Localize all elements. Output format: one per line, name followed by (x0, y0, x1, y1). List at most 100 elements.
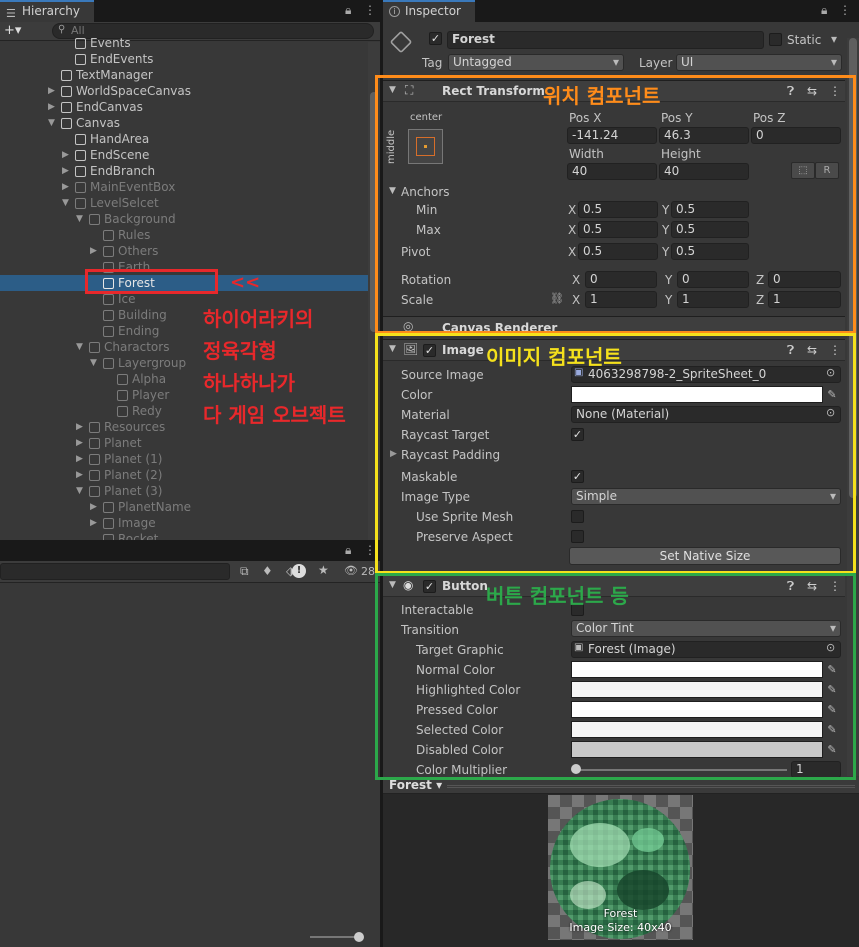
collapse-arrow-icon[interactable]: ▶ (90, 243, 100, 259)
favorite-icon[interactable]: ★ (318, 563, 329, 577)
filter-icon[interactable]: ♦ (262, 564, 273, 578)
gameobject-icon (89, 470, 100, 481)
gameobject-icon (117, 406, 128, 417)
hierarchy-row[interactable]: ▶ Planet (1) (0, 451, 368, 467)
scene-icon[interactable]: ⧉ (240, 564, 249, 579)
gameobject-icon (103, 246, 114, 257)
hierarchy-row[interactable]: ▶ EndScene (0, 147, 368, 163)
expand-arrow-icon[interactable]: ▼ (90, 355, 100, 371)
hierarchy-note-line: 하나하나가 (203, 371, 295, 395)
hierarchy-row-label: EndBranch (90, 164, 156, 178)
collapse-arrow-icon[interactable]: ▶ (90, 515, 100, 531)
hierarchy-row[interactable]: ▶ Others (0, 243, 368, 259)
hierarchy-row[interactable]: ▼ Background (0, 211, 368, 227)
collapse-arrow-icon[interactable]: ▶ (76, 435, 86, 451)
info-icon: i (389, 6, 400, 17)
tab-inspector[interactable]: i Inspector (383, 0, 475, 22)
layer-label: Layer (639, 56, 673, 70)
object-name-field[interactable]: Forest (447, 31, 764, 49)
inspector-tab-label: Inspector (405, 4, 461, 18)
gameobject-icon (89, 486, 100, 497)
hierarchy-row-label: Rocket (118, 532, 159, 540)
collapse-arrow-icon[interactable]: ▶ (76, 451, 86, 467)
hierarchy-row[interactable]: ▶ Planet (0, 435, 368, 451)
hierarchy-row[interactable]: TextManager (0, 67, 368, 83)
collapse-arrow-icon[interactable]: ▶ (90, 499, 100, 515)
hierarchy-row-label: Planet (1) (104, 452, 163, 466)
gameobject-icon (61, 86, 72, 97)
layer-dropdown[interactable]: UI (676, 54, 842, 71)
hierarchy-row[interactable]: Events (0, 35, 368, 51)
hierarchy-note-line: 다 게임 오브젝트 (203, 403, 346, 427)
lock-icon[interactable]: 🔒︎ (345, 543, 351, 558)
tag-label: Tag (422, 56, 443, 70)
gameobject-icon (75, 54, 86, 65)
hierarchy-row[interactable]: ▶ Planet (2) (0, 467, 368, 483)
lock-icon[interactable]: 🔒︎ (821, 3, 827, 18)
hierarchy-row-label: LevelSelcet (90, 196, 159, 210)
collapse-arrow-icon[interactable]: ▶ (48, 83, 58, 99)
more-icon[interactable]: ⋮ (364, 3, 376, 17)
gameobject-icon (103, 294, 114, 305)
hierarchy-row-label: MainEventBox (90, 180, 176, 194)
active-checkbox[interactable]: ✓ (429, 32, 442, 45)
lock-icon[interactable]: 🔒︎ (345, 3, 351, 18)
bottom-panel: 🔒︎ ⋮ ⧉ ♦ ⬗ ! ★ 👁︎ 28 (0, 540, 380, 947)
gameobject-icon (89, 438, 100, 449)
hidden-icon[interactable]: 👁︎ (344, 564, 358, 577)
preview-title[interactable]: Forest ▾ (389, 778, 442, 792)
zoom-slider[interactable] (310, 936, 360, 938)
static-dropdown-icon[interactable]: ▾ (831, 32, 837, 46)
hierarchy-row-label: Building (118, 308, 167, 322)
collapse-arrow-icon[interactable]: ▶ (76, 467, 86, 483)
expand-arrow-icon[interactable]: ▼ (76, 339, 86, 355)
hierarchy-row[interactable]: ▶ MainEventBox (0, 179, 368, 195)
hierarchy-row[interactable]: ▼ Canvas (0, 115, 368, 131)
hierarchy-row[interactable]: ▶ Image (0, 515, 368, 531)
gameobject-icon (61, 102, 72, 113)
hierarchy-note-line: 하이어라키의 (203, 307, 314, 331)
static-label: Static (787, 33, 822, 47)
hierarchy-row[interactable]: HandArea (0, 131, 368, 147)
hierarchy-row[interactable]: ▶ WorldSpaceCanvas (0, 83, 368, 99)
hierarchy-row[interactable]: ▶ EndCanvas (0, 99, 368, 115)
zoom-slider-thumb[interactable] (354, 932, 364, 942)
collapse-arrow-icon[interactable]: ▶ (62, 163, 72, 179)
hierarchy-row-label: Redy (132, 404, 162, 418)
hierarchy-row-label: Canvas (76, 116, 121, 130)
expand-arrow-icon[interactable]: ▼ (76, 483, 86, 499)
static-checkbox[interactable] (769, 33, 782, 46)
gameobject-icon (75, 134, 86, 145)
collapse-arrow-icon[interactable]: ▶ (62, 147, 72, 163)
hierarchy-row-label: Others (118, 244, 159, 258)
bottom-search-input[interactable] (0, 563, 230, 580)
expand-arrow-icon[interactable]: ▼ (62, 195, 72, 211)
collapse-arrow-icon[interactable]: ▶ (76, 419, 86, 435)
preview-drag-handle[interactable] (447, 785, 855, 788)
hierarchy-row-label: Layergroup (118, 356, 187, 370)
hierarchy-row[interactable]: Rocket (0, 531, 368, 540)
hierarchy-row[interactable]: ▶ PlanetName (0, 499, 368, 515)
gameobject-icon (89, 454, 100, 465)
hierarchy-row[interactable]: ▼ LevelSelcet (0, 195, 368, 211)
hierarchy-row-label: EndEvents (90, 52, 154, 66)
expand-arrow-icon[interactable]: ▼ (76, 211, 86, 227)
hierarchy-row-label: Events (90, 36, 131, 50)
hierarchy-row[interactable]: ▼ Planet (3) (0, 483, 368, 499)
hierarchy-row[interactable]: Rules (0, 227, 368, 243)
hierarchy-row-label: Alpha (132, 372, 167, 386)
more-icon[interactable]: ⋮ (839, 3, 851, 17)
expand-arrow-icon[interactable]: ▼ (48, 115, 58, 131)
tag-dropdown[interactable]: Untagged (448, 54, 624, 71)
collapse-arrow-icon[interactable]: ▶ (62, 179, 72, 195)
hierarchy-row[interactable]: EndEvents (0, 51, 368, 67)
hierarchy-row-label: EndScene (90, 148, 150, 162)
tab-hierarchy[interactable]: ☰ Hierarchy (0, 0, 94, 22)
hierarchy-row-label: Player (132, 388, 170, 402)
hierarchy-row[interactable]: ▶ EndBranch (0, 163, 368, 179)
gameobject-icon (103, 502, 114, 513)
gameobject-icon (75, 198, 86, 209)
warning-icon[interactable]: ! (292, 564, 306, 578)
collapse-arrow-icon[interactable]: ▶ (48, 99, 58, 115)
rect-transform-annotation-frame (375, 75, 856, 334)
